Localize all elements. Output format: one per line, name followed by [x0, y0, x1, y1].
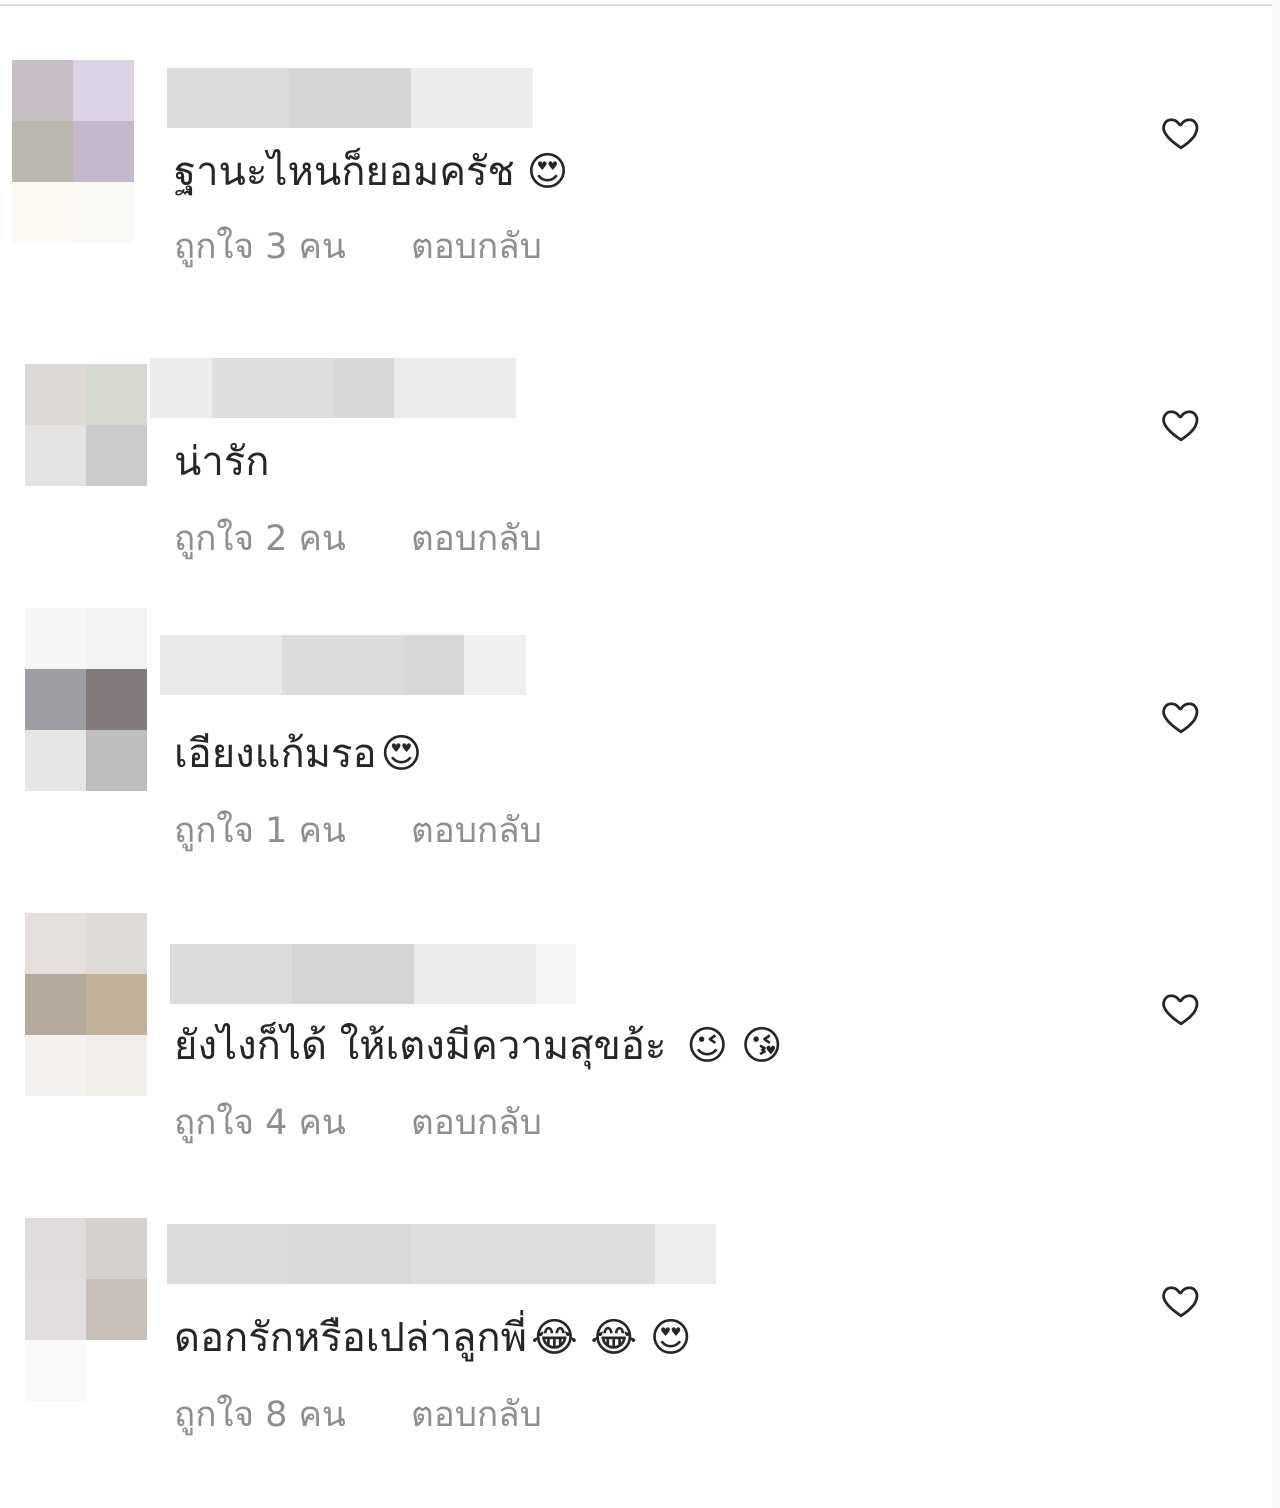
- comment-body: น่ารัก: [174, 439, 270, 485]
- avatar-pixel: [12, 182, 73, 243]
- avatar[interactable]: [25, 364, 147, 547]
- comment-body: เอียงแก้มรอ: [174, 731, 377, 777]
- username-blurred[interactable]: [170, 944, 576, 1004]
- heart-icon[interactable]: [1160, 695, 1202, 737]
- comment-text: เอียงแก้มรอ 😍: [174, 724, 422, 784]
- avatar-pixel: [25, 1218, 86, 1279]
- avatar-pixel: [73, 121, 134, 182]
- comment-body: ดอกรักหรือเปล่าลูกพี่: [174, 1315, 527, 1361]
- username-blur-block: [289, 1224, 411, 1284]
- avatar-pixel: [25, 425, 86, 486]
- avatar[interactable]: [25, 1218, 147, 1401]
- username-blur-block: [150, 358, 212, 418]
- comment-text: ดอกรักหรือเปล่าลูกพี่ 😂 😂 😍: [174, 1308, 692, 1368]
- comment-meta: ถูกใจ 4 คน ตอบกลับ: [174, 1098, 542, 1148]
- username-blur-block: [160, 635, 282, 695]
- avatar-pixel: [25, 486, 86, 547]
- avatar-pixel: [86, 364, 147, 425]
- avatar[interactable]: [25, 608, 147, 791]
- heart-icon[interactable]: [1160, 111, 1202, 153]
- username-blurred[interactable]: [160, 635, 526, 695]
- avatar-pixel: [25, 669, 86, 730]
- comment-item: ยังไงก็ได้ ให้เตงมีความสุขอ้ะ 😉 😘 ถูกใจ …: [0, 876, 1280, 1168]
- username-blur-block: [170, 944, 292, 1004]
- like-count[interactable]: ถูกใจ 4 คน: [174, 1098, 346, 1148]
- username-blurred[interactable]: [150, 358, 516, 418]
- avatar[interactable]: [12, 60, 134, 243]
- username-blur-block: [282, 635, 404, 695]
- avatar-pixel: [86, 730, 147, 791]
- reply-button[interactable]: ตอบกลับ: [411, 1390, 542, 1440]
- username-blur-block: [536, 944, 576, 1004]
- like-count[interactable]: ถูกใจ 2 คน: [174, 514, 346, 564]
- avatar-pixel: [25, 364, 86, 425]
- comment-body: ยังไงก็ได้ ให้เตงมีความสุขอ้ะ: [174, 1023, 667, 1069]
- avatar-pixel: [86, 1340, 147, 1401]
- avatar-pixel: [25, 608, 86, 669]
- heart-icon[interactable]: [1160, 1279, 1202, 1321]
- avatar-pixel: [12, 121, 73, 182]
- comment-item: ฐานะไหนก็ยอมครัช 😍 ถูกใจ 3 คน ตอบกลับ: [0, 0, 1280, 292]
- avatar-pixel: [86, 1035, 147, 1096]
- avatar-pixel: [86, 425, 147, 486]
- reply-button[interactable]: ตอบกลับ: [411, 514, 542, 564]
- avatar-pixel: [86, 1218, 147, 1279]
- username-blur-block: [167, 1224, 289, 1284]
- emoji-icon: 😂 😂 😍: [530, 1315, 692, 1361]
- username-blurred[interactable]: [167, 68, 533, 128]
- avatar-pixel: [73, 182, 134, 243]
- heart-icon[interactable]: [1160, 403, 1202, 445]
- username-blur-block: [655, 1224, 716, 1284]
- emoji-icon: 😍: [380, 731, 423, 777]
- avatar-pixel: [86, 486, 147, 547]
- like-count[interactable]: ถูกใจ 3 คน: [174, 222, 346, 272]
- username-blur-block: [212, 358, 334, 418]
- username-blur-block: [411, 68, 533, 128]
- avatar-pixel: [86, 669, 147, 730]
- avatar-pixel: [86, 608, 147, 669]
- avatar-pixel: [25, 1279, 86, 1340]
- username-blur-block: [464, 635, 526, 695]
- like-count[interactable]: ถูกใจ 1 คน: [174, 806, 346, 856]
- username-blur-block: [394, 358, 516, 418]
- avatar-pixel: [12, 60, 73, 121]
- avatar[interactable]: [25, 913, 147, 1096]
- emoji-icon: 😍: [526, 149, 569, 195]
- comment-item: น่ารัก ถูกใจ 2 คน ตอบกลับ: [0, 292, 1280, 584]
- username-blur-block: [334, 358, 394, 418]
- avatar-pixel: [25, 1340, 86, 1401]
- emoji-icon: 😉 😘: [686, 1023, 783, 1069]
- username-blur-block: [404, 635, 464, 695]
- comment-item: ดอกรักหรือเปล่าลูกพี่ 😂 😂 😍 ถูกใจ 8 คน ต…: [0, 1168, 1280, 1460]
- comment-meta: ถูกใจ 1 คน ตอบกลับ: [174, 806, 542, 856]
- avatar-pixel: [73, 60, 134, 121]
- username-blur-block: [292, 944, 414, 1004]
- avatar-pixel: [25, 974, 86, 1035]
- comment-meta: ถูกใจ 2 คน ตอบกลับ: [174, 514, 542, 564]
- username-blur-block: [167, 68, 289, 128]
- username-blurred[interactable]: [167, 1224, 716, 1284]
- comment-meta: ถูกใจ 8 คน ตอบกลับ: [174, 1390, 542, 1440]
- username-blur-block: [414, 944, 536, 1004]
- username-blur-block: [411, 1224, 655, 1284]
- comment-item: เอียงแก้มรอ 😍 ถูกใจ 1 คน ตอบกลับ: [0, 584, 1280, 876]
- avatar-pixel: [25, 913, 86, 974]
- avatar-pixel: [86, 913, 147, 974]
- avatar-pixel: [25, 730, 86, 791]
- avatar-pixel: [25, 1035, 86, 1096]
- username-blur-block: [289, 68, 411, 128]
- avatar-pixel: [86, 974, 147, 1035]
- comment-text: ฐานะไหนก็ยอมครัช 😍: [174, 142, 568, 202]
- comment-text: ยังไงก็ได้ ให้เตงมีความสุขอ้ะ 😉 😘: [174, 1016, 783, 1076]
- comment-body: ฐานะไหนก็ยอมครัช: [174, 149, 515, 195]
- reply-button[interactable]: ตอบกลับ: [411, 222, 542, 272]
- reply-button[interactable]: ตอบกลับ: [411, 1098, 542, 1148]
- comment-text: น่ารัก: [174, 432, 270, 492]
- reply-button[interactable]: ตอบกลับ: [411, 806, 542, 856]
- heart-icon[interactable]: [1160, 987, 1202, 1029]
- like-count[interactable]: ถูกใจ 8 คน: [174, 1390, 346, 1440]
- comment-meta: ถูกใจ 3 คน ตอบกลับ: [174, 222, 542, 272]
- avatar-pixel: [86, 1279, 147, 1340]
